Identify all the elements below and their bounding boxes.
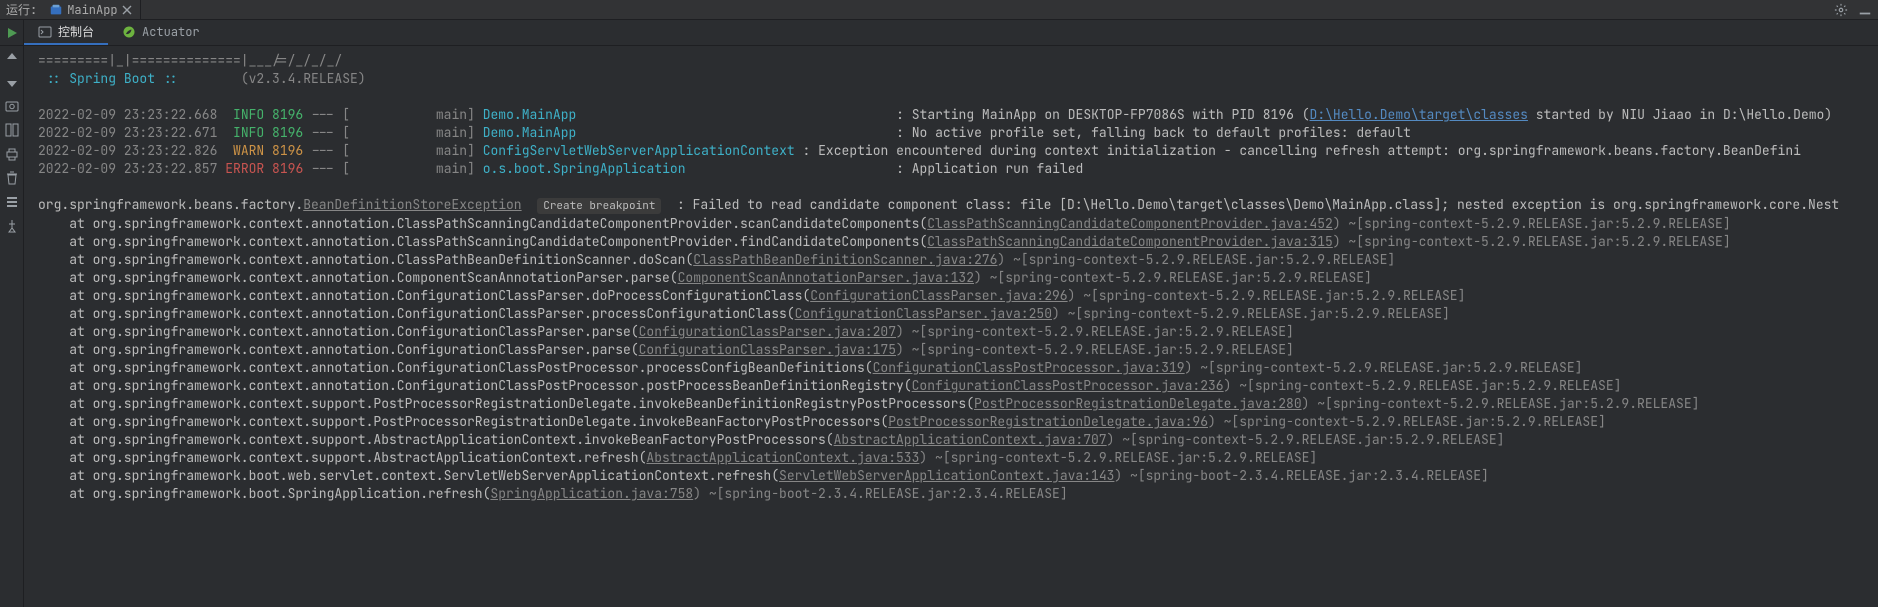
stack-frame: at org.springframework.context.support.P…	[38, 395, 1699, 412]
source-link[interactable]: PostProcessorRegistrationDelegate.java:9…	[888, 413, 1208, 430]
app-icon	[49, 3, 63, 17]
source-link[interactable]: ConfigurationClassPostProcessor.java:236	[912, 377, 1224, 394]
logger-name: Demo.MainApp	[483, 106, 577, 123]
snapshot-icon[interactable]	[4, 98, 20, 114]
close-icon[interactable]	[122, 5, 132, 15]
source-link[interactable]: ClassPathBeanDefinitionScanner.java:276	[693, 251, 997, 268]
spring-boot-version: (v2.3.4.RELEASE)	[241, 70, 366, 87]
stack-frame: at org.springframework.context.support.P…	[38, 413, 1606, 430]
stack-frame: at org.springframework.context.annotatio…	[38, 341, 1294, 358]
pin-icon[interactable]	[4, 218, 20, 234]
stack-frame: at org.springframework.context.annotatio…	[38, 269, 1372, 286]
print-icon[interactable]	[4, 146, 20, 162]
stack-frame: at org.springframework.context.support.A…	[38, 431, 1504, 448]
stack-frame: at org.springframework.boot.SpringApplic…	[38, 485, 1068, 502]
stack-frame: at org.springframework.boot.web.servlet.…	[38, 467, 1489, 484]
stack-frame: at org.springframework.context.annotatio…	[38, 377, 1621, 394]
banner-line: =========|_|==============|___/=/_/_/_/	[38, 52, 342, 69]
log-row: 2022-02-09 23:23:22.857 ERROR 8196 --- […	[38, 160, 1083, 177]
source-link[interactable]: ConfigurationClassParser.java:296	[810, 287, 1067, 304]
source-link[interactable]: SpringApplication.java:758	[490, 485, 693, 502]
stack-frame: at org.springframework.context.annotatio…	[38, 305, 1450, 322]
source-link[interactable]: ClassPathScanningCandidateComponentProvi…	[927, 233, 1333, 250]
spring-boot-tag: :: Spring Boot ::	[46, 70, 179, 87]
file-link[interactable]: D:\Hello.Demo\target\classes	[1310, 106, 1528, 123]
create-breakpoint-button[interactable]: Create breakpoint	[537, 198, 661, 214]
exception-class-link[interactable]: BeanDefinitionStoreException	[303, 196, 521, 213]
tab-actuator[interactable]: Actuator	[108, 20, 214, 45]
arrow-up-icon[interactable]	[4, 50, 20, 66]
exception-line: org.springframework.beans.factory.BeanDe…	[38, 196, 1839, 213]
layout-icon[interactable]	[4, 122, 20, 138]
source-link[interactable]: AbstractApplicationContext.java:707	[834, 431, 1107, 448]
stack-frame: at org.springframework.context.annotatio…	[38, 233, 1731, 250]
source-link[interactable]: AbstractApplicationContext.java:533	[646, 449, 919, 466]
console-toolbar	[0, 46, 24, 607]
spring-icon	[122, 25, 136, 39]
run-config-name: MainApp	[67, 2, 117, 18]
log-row: 2022-02-09 23:23:22.671 INFO 8196 --- [ …	[38, 124, 1411, 141]
logger-name: ConfigServletWebServerApplicationContext	[483, 142, 795, 159]
top-tool-tray	[1834, 3, 1872, 17]
stack-frame: at org.springframework.context.annotatio…	[38, 359, 1582, 376]
run-label: 运行:	[6, 1, 37, 18]
gear-icon[interactable]	[1834, 3, 1848, 17]
source-link[interactable]: ConfigurationClassPostProcessor.java:319	[873, 359, 1185, 376]
log-row: 2022-02-09 23:23:22.668 INFO 8196 --- [ …	[38, 106, 1832, 123]
source-link[interactable]: ClassPathScanningCandidateComponentProvi…	[927, 215, 1333, 232]
source-link[interactable]: ConfigurationClassParser.java:207	[639, 323, 896, 340]
source-link[interactable]: PostProcessorRegistrationDelegate.java:2…	[974, 395, 1302, 412]
source-link[interactable]: ServletWebServerApplicationContext.java:…	[779, 467, 1114, 484]
tool-window-tabs: 控制台 Actuator	[0, 20, 1878, 46]
source-link[interactable]: ComponentScanAnnotationParser.java:132	[678, 269, 974, 286]
tab-console-label: 控制台	[58, 23, 94, 40]
stack-frame: at org.springframework.context.annotatio…	[38, 251, 1395, 268]
stack-frame: at org.springframework.context.support.A…	[38, 449, 1317, 466]
trash-icon[interactable]	[4, 170, 20, 186]
logger-name: Demo.MainApp	[483, 124, 577, 141]
logger-name: o.s.boot.SpringApplication	[483, 160, 686, 177]
arrow-down-icon[interactable]	[4, 74, 20, 90]
stack-frame: at org.springframework.context.annotatio…	[38, 215, 1731, 232]
console-output[interactable]: =========|_|==============|___/=/_/_/_/ …	[24, 46, 1878, 607]
stack-frame: at org.springframework.context.annotatio…	[38, 287, 1465, 304]
console-icon	[38, 25, 52, 39]
run-button[interactable]	[0, 20, 24, 45]
source-link[interactable]: ConfigurationClassParser.java:250	[795, 305, 1052, 322]
source-link[interactable]: ConfigurationClassParser.java:175	[639, 341, 896, 358]
run-config-tab[interactable]: MainApp	[41, 0, 140, 19]
stack-icon[interactable]	[4, 194, 20, 210]
minimize-icon[interactable]	[1858, 3, 1872, 17]
stack-frame: at org.springframework.context.annotatio…	[38, 323, 1294, 340]
tab-console[interactable]: 控制台	[24, 20, 108, 45]
tab-actuator-label: Actuator	[142, 24, 200, 40]
play-icon	[6, 27, 18, 39]
run-header: 运行: MainApp	[0, 0, 1878, 20]
log-row: 2022-02-09 23:23:22.826 WARN 8196 --- [ …	[38, 142, 1801, 159]
